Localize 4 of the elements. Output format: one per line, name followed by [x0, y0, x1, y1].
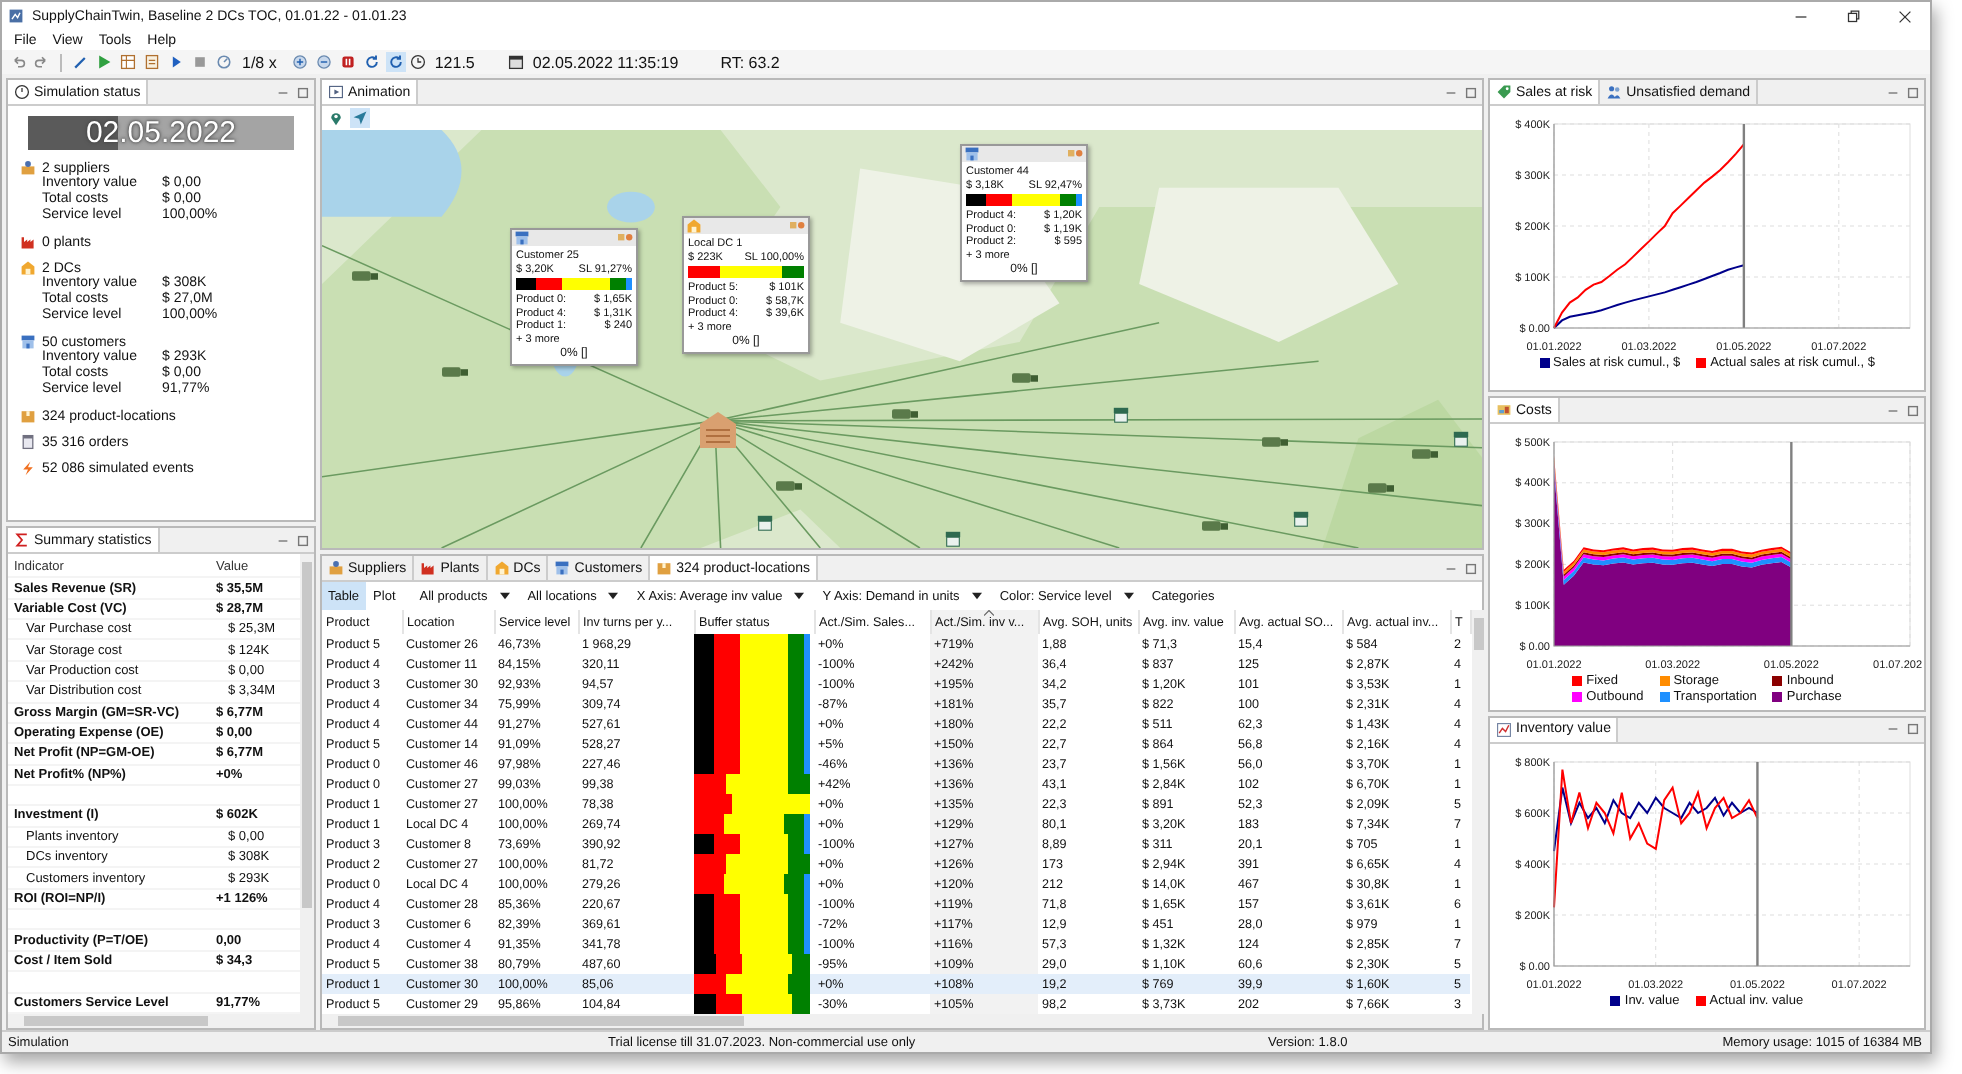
model-time: 121.5: [432, 53, 477, 71]
real-time-ratio: RT: 63.2: [718, 53, 782, 71]
speed-label: 1/8 x: [240, 53, 279, 71]
model-date: 02.05.2022 11:35:19: [530, 53, 681, 71]
